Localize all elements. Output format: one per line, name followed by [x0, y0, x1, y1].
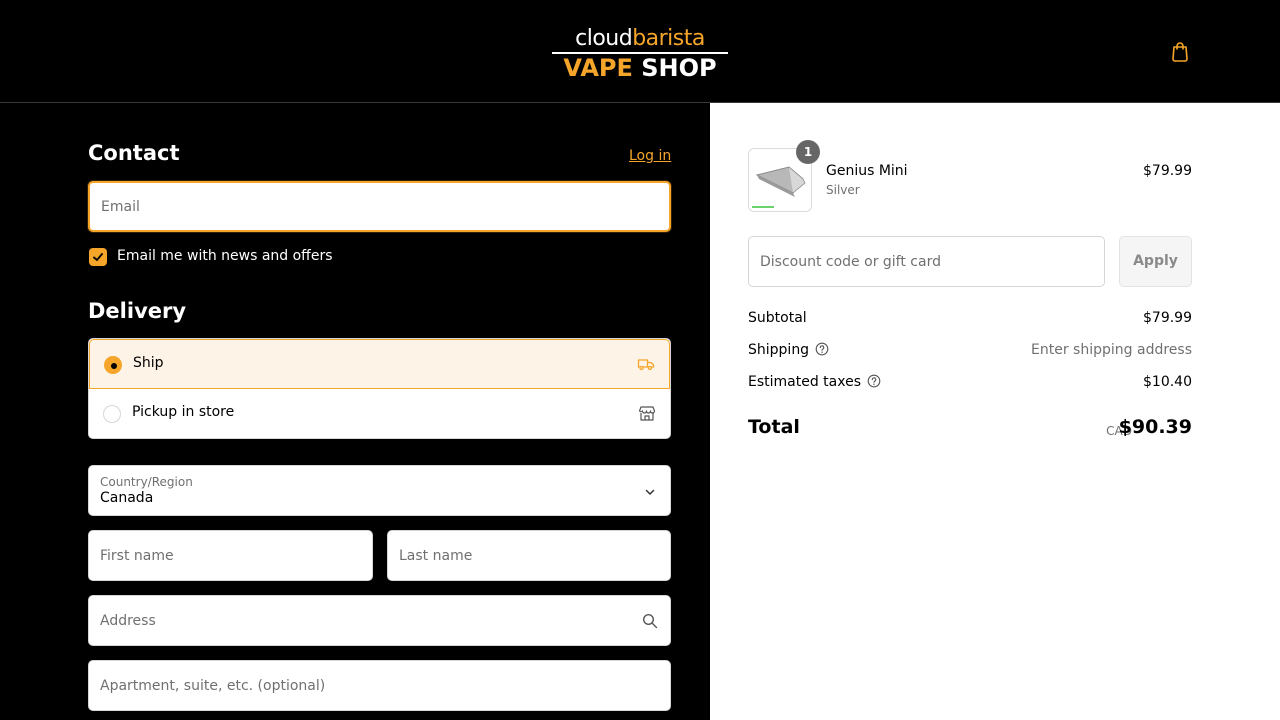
delivery-option-ship[interactable]: Ship: [89, 339, 670, 389]
store-icon: [638, 406, 656, 421]
discount-code-field[interactable]: Discount code or gift card: [748, 236, 1105, 287]
logo-bottom-text: VAPE SHOP: [563, 54, 717, 82]
site-header: cloudbarista VAPE SHOP: [0, 0, 1280, 103]
logo-top-text: cloudbarista: [575, 26, 705, 51]
address-placeholder: Address: [100, 612, 156, 629]
subtotal-value: $79.99: [1143, 310, 1192, 326]
pickup-radio[interactable]: [103, 405, 121, 423]
newsletter-label: Email me with news and offers: [117, 248, 333, 264]
checkout-form: Contact Log in Email Email me with news …: [0, 103, 710, 720]
chevron-down-icon: [645, 489, 655, 495]
last-name-field[interactable]: Last name: [387, 530, 671, 581]
help-circle-icon[interactable]: [815, 342, 829, 356]
total-value: $90.39: [1118, 416, 1192, 438]
delivery-option-pickup[interactable]: Pickup in store: [89, 389, 670, 438]
contact-heading: Contact: [88, 141, 180, 165]
shipping-value: Enter shipping address: [1031, 342, 1192, 358]
order-summary: 1 Genius Mini Silver $79.99 Discount cod…: [710, 103, 1280, 720]
delivery-method-group: Ship Pickup in store: [88, 338, 671, 439]
ship-label: Ship: [133, 355, 164, 371]
quantity-badge: 1: [796, 140, 820, 164]
email-field[interactable]: Email: [88, 181, 671, 232]
discount-placeholder: Discount code or gift card: [760, 253, 941, 270]
shopping-bag-icon: [1172, 42, 1188, 62]
last-name-placeholder: Last name: [399, 547, 473, 564]
ship-radio[interactable]: [104, 356, 122, 374]
shipping-label: Shipping: [748, 342, 810, 358]
country-value: Canada: [100, 490, 154, 506]
product-variant: Silver: [826, 183, 860, 197]
total-label: Total: [748, 416, 800, 438]
login-link[interactable]: Log in: [629, 148, 671, 164]
checkmark-icon: [93, 253, 103, 261]
apartment-field[interactable]: Apartment, suite, etc. (optional): [88, 660, 671, 711]
country-select[interactable]: Country/Region Canada: [88, 465, 671, 516]
newsletter-checkbox[interactable]: [89, 248, 107, 266]
taxes-row-label: Estimated taxes: [748, 374, 881, 390]
search-icon: [642, 613, 658, 629]
taxes-label: Estimated taxes: [748, 374, 862, 390]
first-name-field[interactable]: First name: [88, 530, 373, 581]
apartment-placeholder: Apartment, suite, etc. (optional): [100, 677, 326, 694]
product-price: $79.99: [1143, 163, 1192, 179]
store-logo[interactable]: cloudbarista VAPE SHOP: [552, 26, 728, 82]
cart-button[interactable]: [1166, 37, 1194, 65]
delivery-heading: Delivery: [88, 299, 187, 323]
email-placeholder: Email: [101, 198, 140, 215]
address-field[interactable]: Address: [88, 595, 671, 646]
pickup-label: Pickup in store: [132, 404, 235, 420]
first-name-placeholder: First name: [100, 547, 174, 564]
help-circle-icon[interactable]: [867, 374, 881, 388]
truck-icon: [637, 359, 655, 371]
shipping-row-label: Shipping: [748, 342, 829, 358]
apply-discount-button[interactable]: Apply: [1119, 236, 1192, 287]
product-name: Genius Mini: [826, 163, 908, 179]
country-label: Country/Region: [100, 475, 193, 489]
taxes-value: $10.40: [1143, 374, 1192, 390]
subtotal-label: Subtotal: [748, 310, 807, 326]
